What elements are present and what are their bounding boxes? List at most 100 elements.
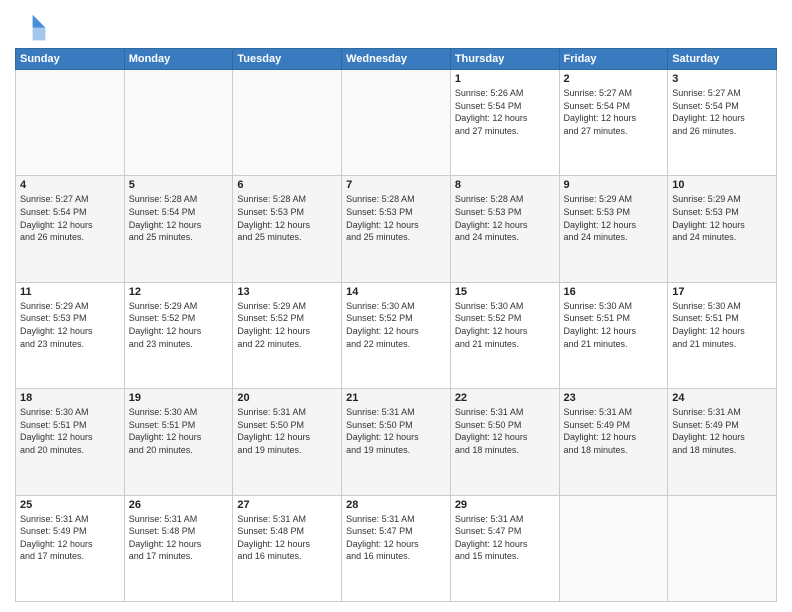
day-info: Sunrise: 5:31 AM Sunset: 5:47 PM Dayligh… <box>455 513 555 563</box>
day-number: 21 <box>346 392 446 404</box>
day-number: 2 <box>564 73 664 85</box>
calendar-day-cell: 15 Sunrise: 5:30 AM Sunset: 5:52 PM Dayli… <box>450 282 559 388</box>
calendar-day-cell: 26 Sunrise: 5:31 AM Sunset: 5:48 PM Dayli… <box>124 495 233 601</box>
day-number: 25 <box>20 499 120 511</box>
calendar-day-cell: 27 Sunrise: 5:31 AM Sunset: 5:48 PM Dayli… <box>233 495 342 601</box>
calendar-day-cell: 13Sunrise: 5:29 AM Sunset: 5:52 PM Dayli… <box>233 282 342 388</box>
calendar-week-row: 25 Sunrise: 5:31 AM Sunset: 5:49 PM Dayli… <box>16 495 777 601</box>
day-number: 16 <box>564 286 664 298</box>
calendar-day-cell: 4 Sunrise: 5:27 AM Sunset: 5:54 PM Daylig… <box>16 176 125 282</box>
calendar-header-cell: Monday <box>124 49 233 70</box>
day-number: 26 <box>129 499 229 511</box>
day-info: Sunrise: 5:29 AM Sunset: 5:52 PM Dayligh… <box>237 300 337 350</box>
calendar-day-cell: 5 Sunrise: 5:28 AM Sunset: 5:54 PM Daylig… <box>124 176 233 282</box>
calendar-week-row: 11 Sunrise: 5:29 AM Sunset: 5:53 PM Dayli… <box>16 282 777 388</box>
day-info: Sunrise: 5:28 AM Sunset: 5:54 PM Dayligh… <box>129 193 229 243</box>
calendar-day-cell: 24 Sunrise: 5:31 AM Sunset: 5:49 PM Dayli… <box>668 389 777 495</box>
day-info: Sunrise: 5:31 AM Sunset: 5:48 PM Dayligh… <box>237 513 337 563</box>
calendar-header-cell: Wednesday <box>342 49 451 70</box>
day-info: Sunrise: 5:30 AM Sunset: 5:51 PM Dayligh… <box>20 406 120 456</box>
calendar-day-cell: 16 Sunrise: 5:30 AM Sunset: 5:51 PM Dayli… <box>559 282 668 388</box>
calendar-day-cell: 20 Sunrise: 5:31 AM Sunset: 5:50 PM Dayli… <box>233 389 342 495</box>
day-info: Sunrise: 5:31 AM Sunset: 5:50 PM Dayligh… <box>346 406 446 456</box>
calendar-week-row: 4 Sunrise: 5:27 AM Sunset: 5:54 PM Daylig… <box>16 176 777 282</box>
calendar-day-cell <box>233 70 342 176</box>
day-info: Sunrise: 5:27 AM Sunset: 5:54 PM Dayligh… <box>672 87 772 137</box>
day-info: Sunrise: 5:31 AM Sunset: 5:50 PM Dayligh… <box>237 406 337 456</box>
day-info: Sunrise: 5:31 AM Sunset: 5:47 PM Dayligh… <box>346 513 446 563</box>
header <box>15 10 777 42</box>
day-info: Sunrise: 5:28 AM Sunset: 5:53 PM Dayligh… <box>346 193 446 243</box>
calendar-day-cell <box>16 70 125 176</box>
calendar-day-cell: 28 Sunrise: 5:31 AM Sunset: 5:47 PM Dayli… <box>342 495 451 601</box>
calendar-header-cell: Sunday <box>16 49 125 70</box>
calendar-day-cell <box>342 70 451 176</box>
day-number: 7 <box>346 179 446 191</box>
day-info: Sunrise: 5:30 AM Sunset: 5:51 PM Dayligh… <box>672 300 772 350</box>
calendar-header-cell: Thursday <box>450 49 559 70</box>
calendar-header-cell: Saturday <box>668 49 777 70</box>
calendar-day-cell: 7 Sunrise: 5:28 AM Sunset: 5:53 PM Daylig… <box>342 176 451 282</box>
day-info: Sunrise: 5:29 AM Sunset: 5:52 PM Dayligh… <box>129 300 229 350</box>
day-info: Sunrise: 5:31 AM Sunset: 5:49 PM Dayligh… <box>564 406 664 456</box>
day-info: Sunrise: 5:27 AM Sunset: 5:54 PM Dayligh… <box>20 193 120 243</box>
calendar-day-cell <box>124 70 233 176</box>
page: SundayMondayTuesdayWednesdayThursdayFrid… <box>0 0 792 612</box>
day-number: 8 <box>455 179 555 191</box>
day-number: 6 <box>237 179 337 191</box>
day-info: Sunrise: 5:28 AM Sunset: 5:53 PM Dayligh… <box>237 193 337 243</box>
day-number: 27 <box>237 499 337 511</box>
calendar-week-row: 18 Sunrise: 5:30 AM Sunset: 5:51 PM Dayli… <box>16 389 777 495</box>
day-number: 20 <box>237 392 337 404</box>
day-number: 18 <box>20 392 120 404</box>
day-info: Sunrise: 5:31 AM Sunset: 5:48 PM Dayligh… <box>129 513 229 563</box>
calendar-header-cell: Tuesday <box>233 49 342 70</box>
calendar-day-cell: 1 Sunrise: 5:26 AM Sunset: 5:54 PM Daylig… <box>450 70 559 176</box>
day-number: 28 <box>346 499 446 511</box>
day-info: Sunrise: 5:30 AM Sunset: 5:52 PM Dayligh… <box>455 300 555 350</box>
day-number: 1 <box>455 73 555 85</box>
logo-icon <box>15 10 47 42</box>
day-info: Sunrise: 5:30 AM Sunset: 5:52 PM Dayligh… <box>346 300 446 350</box>
calendar-day-cell: 3 Sunrise: 5:27 AM Sunset: 5:54 PM Daylig… <box>668 70 777 176</box>
day-number: 24 <box>672 392 772 404</box>
day-info: Sunrise: 5:31 AM Sunset: 5:50 PM Dayligh… <box>455 406 555 456</box>
day-number: 3 <box>672 73 772 85</box>
day-number: 15 <box>455 286 555 298</box>
day-number: 11 <box>20 286 120 298</box>
calendar-day-cell: 12Sunrise: 5:29 AM Sunset: 5:52 PM Dayli… <box>124 282 233 388</box>
day-number: 29 <box>455 499 555 511</box>
day-number: 5 <box>129 179 229 191</box>
calendar-day-cell: 17Sunrise: 5:30 AM Sunset: 5:51 PM Dayli… <box>668 282 777 388</box>
calendar-day-cell: 9 Sunrise: 5:29 AM Sunset: 5:53 PM Daylig… <box>559 176 668 282</box>
day-info: Sunrise: 5:26 AM Sunset: 5:54 PM Dayligh… <box>455 87 555 137</box>
calendar-header-cell: Friday <box>559 49 668 70</box>
calendar-day-cell: 6 Sunrise: 5:28 AM Sunset: 5:53 PM Daylig… <box>233 176 342 282</box>
day-number: 9 <box>564 179 664 191</box>
calendar-day-cell: 2Sunrise: 5:27 AM Sunset: 5:54 PM Daylig… <box>559 70 668 176</box>
day-number: 23 <box>564 392 664 404</box>
calendar-day-cell: 25 Sunrise: 5:31 AM Sunset: 5:49 PM Dayli… <box>16 495 125 601</box>
calendar-week-row: 1 Sunrise: 5:26 AM Sunset: 5:54 PM Daylig… <box>16 70 777 176</box>
calendar-day-cell: 23 Sunrise: 5:31 AM Sunset: 5:49 PM Dayli… <box>559 389 668 495</box>
day-number: 4 <box>20 179 120 191</box>
calendar-day-cell: 8 Sunrise: 5:28 AM Sunset: 5:53 PM Daylig… <box>450 176 559 282</box>
calendar-day-cell <box>559 495 668 601</box>
calendar-day-cell <box>668 495 777 601</box>
calendar-day-cell: 11 Sunrise: 5:29 AM Sunset: 5:53 PM Dayli… <box>16 282 125 388</box>
day-info: Sunrise: 5:30 AM Sunset: 5:51 PM Dayligh… <box>129 406 229 456</box>
calendar-day-cell: 10Sunrise: 5:29 AM Sunset: 5:53 PM Dayli… <box>668 176 777 282</box>
day-info: Sunrise: 5:31 AM Sunset: 5:49 PM Dayligh… <box>20 513 120 563</box>
calendar-day-cell: 14Sunrise: 5:30 AM Sunset: 5:52 PM Dayli… <box>342 282 451 388</box>
day-number: 10 <box>672 179 772 191</box>
calendar-table: SundayMondayTuesdayWednesdayThursdayFrid… <box>15 48 777 602</box>
calendar-body: 1 Sunrise: 5:26 AM Sunset: 5:54 PM Daylig… <box>16 70 777 602</box>
day-info: Sunrise: 5:31 AM Sunset: 5:49 PM Dayligh… <box>672 406 772 456</box>
day-info: Sunrise: 5:29 AM Sunset: 5:53 PM Dayligh… <box>564 193 664 243</box>
calendar-day-cell: 21 Sunrise: 5:31 AM Sunset: 5:50 PM Dayli… <box>342 389 451 495</box>
day-info: Sunrise: 5:30 AM Sunset: 5:51 PM Dayligh… <box>564 300 664 350</box>
day-info: Sunrise: 5:28 AM Sunset: 5:53 PM Dayligh… <box>455 193 555 243</box>
logo <box>15 10 51 42</box>
calendar-header-row: SundayMondayTuesdayWednesdayThursdayFrid… <box>16 49 777 70</box>
day-info: Sunrise: 5:29 AM Sunset: 5:53 PM Dayligh… <box>20 300 120 350</box>
